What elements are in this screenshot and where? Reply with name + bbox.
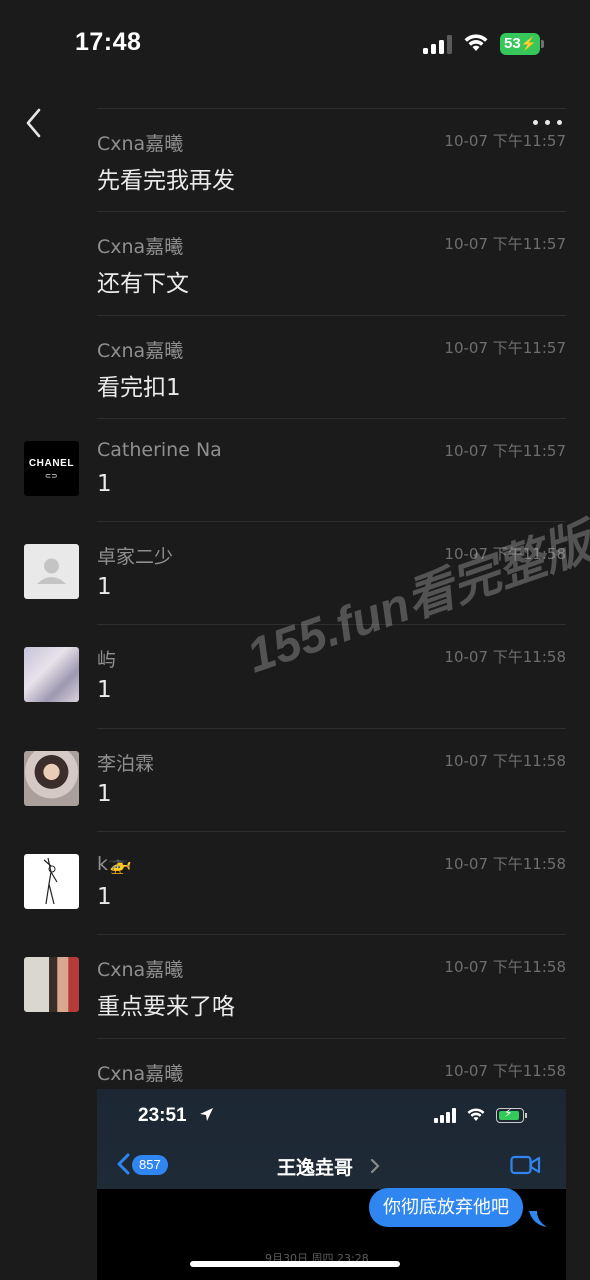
message-item[interactable]: CHANEL ⊂⊃ Catherine Na 10-07 下午11:57 1 (24, 417, 566, 521)
sender-name: Cxna嘉曦 (97, 959, 184, 982)
sender-name: Cxna嘉曦 (97, 339, 184, 362)
message-time: 10-07 下午11:58 (444, 545, 566, 564)
message-item[interactable]: 卓家二少 10-07 下午11:58 1 (24, 521, 566, 624)
embedded-chat-screenshot[interactable]: 23:51 ⚡ 857 王逸垚哥 你彻底放弃他吧 9月30日 周四 23:28 (97, 1089, 566, 1280)
embedded-battery-icon: ⚡ (496, 1106, 524, 1123)
battery-level: 53 (504, 35, 521, 52)
wifi-icon (464, 34, 488, 51)
video-call-icon (510, 1155, 541, 1175)
chanel-cc-icon: ⊂⊃ (45, 472, 58, 480)
battery-cap (541, 40, 544, 48)
message-text: 1 (97, 677, 112, 704)
default-person-icon (37, 558, 66, 585)
message-item[interactable]: Cxna嘉曦 10-07 下午11:58 重点要来了咯 (24, 934, 566, 1037)
embedded-wifi-icon (467, 1108, 485, 1121)
cellular-signal-icon (423, 34, 453, 54)
embedded-contact-name: 王逸垚哥 (277, 1157, 354, 1179)
battery-cap (525, 1113, 527, 1118)
home-indicator[interactable] (190, 1261, 400, 1267)
sender-name: 李泊霖 (97, 752, 155, 775)
message-text: 1 (97, 780, 112, 807)
sender-name: Catherine Na (97, 438, 222, 461)
status-time: 17:48 (75, 28, 142, 56)
avatar[interactable] (24, 854, 79, 910)
chevron-right-icon (370, 1158, 380, 1174)
message-time: 10-07 下午11:58 (444, 648, 566, 667)
sender-name: k🚁 (97, 853, 132, 876)
sender-name: Cxna嘉曦 (97, 236, 184, 259)
embedded-message-bubble: 你彻底放弃他吧 (369, 1188, 523, 1227)
bubble-tail (529, 1211, 547, 1227)
message-time: 10-07 下午11:57 (444, 441, 566, 460)
avatar[interactable] (24, 647, 79, 703)
message-text: 看完扣1 (97, 374, 181, 401)
chanel-logo: CHANEL (28, 457, 75, 469)
sender-name: Cxna嘉曦 (97, 1062, 184, 1085)
avatar[interactable]: CHANEL ⊂⊃ (24, 440, 79, 496)
message-time: 10-07 下午11:57 (444, 235, 566, 254)
embedded-signal-icon (434, 1108, 458, 1123)
embedded-status-time: 23:51 (138, 1105, 187, 1126)
charging-bolt-icon: ⚡ (504, 1106, 513, 1120)
message-text: 还有下文 (97, 271, 189, 298)
sketch-figure-icon (43, 857, 58, 905)
message-item[interactable]: k🚁 10-07 下午11:58 1 (24, 831, 566, 934)
battery-icon: 53 ⚡ (500, 33, 540, 55)
message-item[interactable]: Cxna嘉曦 10-07 下午11:57 看完扣1 (97, 314, 566, 418)
message-time: 10-07 下午11:58 (444, 855, 566, 874)
message-text: 1 (97, 884, 112, 911)
location-arrow-icon (200, 1108, 213, 1121)
sender-name: 屿 (97, 649, 117, 672)
message-text: 1 (97, 470, 112, 497)
sender-name: Cxna嘉曦 (97, 133, 184, 155)
message-time: 10-07 下午11:57 (444, 132, 566, 150)
sender-name: 卓家二少 (97, 546, 174, 569)
avatar[interactable] (24, 544, 79, 600)
embedded-header: 23:51 ⚡ 857 王逸垚哥 (97, 1089, 566, 1189)
message-item[interactable]: 屿 10-07 下午11:58 1 (24, 624, 566, 727)
message-time: 10-07 下午11:58 (444, 751, 566, 770)
message-time: 10-07 下午11:58 (444, 1061, 566, 1080)
message-text: 重点要来了咯 (97, 994, 235, 1021)
message-item[interactable]: 李泊霖 10-07 下午11:58 1 (24, 727, 566, 831)
status-bar: 17:48 53 ⚡ (0, 0, 590, 88)
embedded-back-icon (117, 1153, 130, 1175)
message-item[interactable]: Cxna嘉曦 10-07 下午11:57 先看完我再发 (97, 108, 566, 211)
avatar[interactable] (24, 957, 79, 1013)
message-time: 10-07 下午11:57 (444, 338, 566, 357)
message-time: 10-07 下午11:58 (444, 958, 566, 977)
charging-bolt-icon: ⚡ (520, 36, 537, 51)
message-text: 1 (97, 574, 112, 601)
avatar[interactable] (24, 750, 79, 806)
message-text: 先看完我再发 (97, 168, 235, 194)
message-list: Cxna嘉曦 10-07 下午11:57 先看完我再发 Cxna嘉曦 10-07… (0, 108, 590, 1141)
message-item[interactable]: Cxna嘉曦 10-07 下午11:57 还有下文 (97, 211, 566, 314)
unread-count-badge: 857 (132, 1155, 168, 1175)
